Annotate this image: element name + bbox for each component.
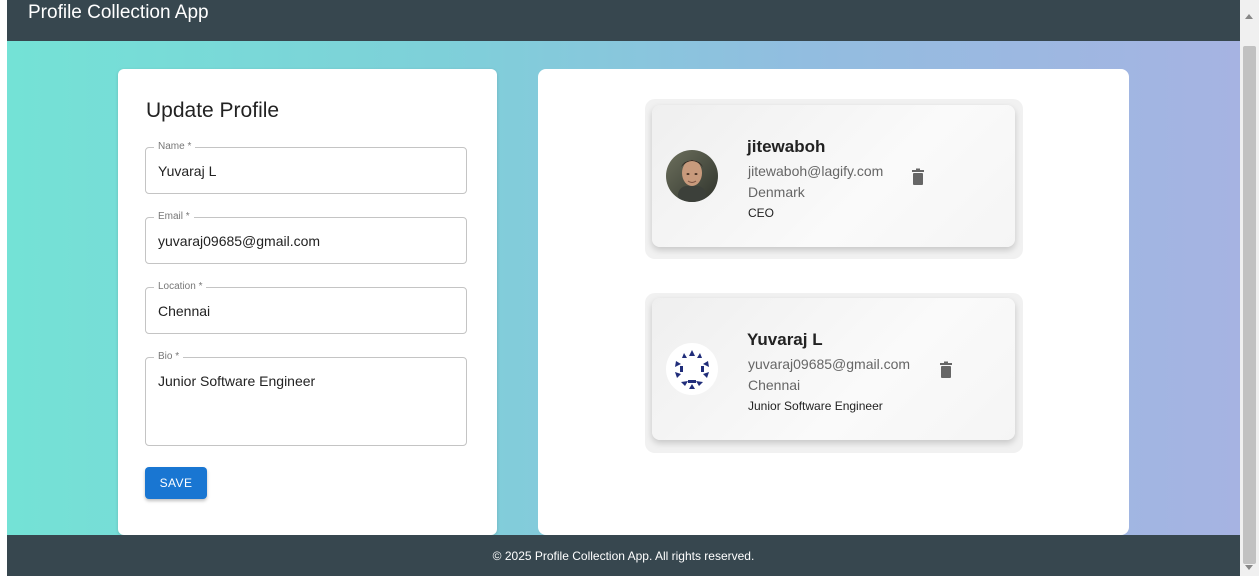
email-label: Email * <box>154 211 194 223</box>
scrollbar-thumb[interactable] <box>1243 46 1256 564</box>
location-label: Location * <box>154 281 207 293</box>
profile-location: Chennai <box>748 377 801 393</box>
delete-trash-icon[interactable] <box>939 361 953 379</box>
footer-copyright: © 2025 Profile Collection App. All right… <box>492 548 755 563</box>
location-value: Chennai <box>158 303 211 319</box>
profile-card: Yuvaraj L yuvaraj09685@gmail.com Chennai… <box>652 298 1015 440</box>
avatar <box>666 343 718 395</box>
profile-email: yuvaraj09685@gmail.com <box>748 356 911 372</box>
profile-location: Denmark <box>748 184 805 200</box>
email-field[interactable]: Email * yuvaraj09685@gmail.com <box>145 211 467 264</box>
app-title: Profile Collection App <box>28 2 209 23</box>
bio-label: Bio * <box>154 351 184 363</box>
app-footer: © 2025 Profile Collection App. All right… <box>7 535 1240 576</box>
bio-field[interactable]: Bio * Junior Software Engineer <box>145 351 467 446</box>
vertical-scrollbar[interactable] <box>1240 0 1259 576</box>
form-title: Update Profile <box>146 99 280 122</box>
scroll-down-arrow-icon[interactable] <box>1245 565 1253 570</box>
name-value: Yuvaraj L <box>158 163 217 179</box>
profile-bio: CEO <box>748 206 775 220</box>
avatar <box>666 150 718 202</box>
app-header: Profile Collection App <box>7 0 1240 41</box>
name-label: Name * <box>154 141 196 153</box>
profile-name: Yuvaraj L <box>747 330 823 349</box>
profile-name: jitewaboh <box>747 137 826 156</box>
profile-bio: Junior Software Engineer <box>748 399 883 413</box>
profile-email: jitewaboh@lagify.com <box>748 163 884 179</box>
avatar-photo-icon <box>666 150 718 202</box>
profile-card: jitewaboh jitewaboh@lagify.com Denmark C… <box>652 105 1015 247</box>
app-window: Profile Collection App Update Profile Na… <box>7 0 1240 576</box>
name-field[interactable]: Name * Yuvaraj L <box>145 141 467 194</box>
avatar-pattern-icon <box>675 350 709 389</box>
delete-trash-icon[interactable] <box>911 168 925 186</box>
email-value: yuvaraj09685@gmail.com <box>158 233 321 249</box>
scroll-up-arrow-icon[interactable] <box>1245 14 1253 19</box>
save-button[interactable]: SAVE <box>145 467 207 499</box>
location-field[interactable]: Location * Chennai <box>145 281 467 334</box>
bio-value: Junior Software Engineer <box>158 373 316 389</box>
